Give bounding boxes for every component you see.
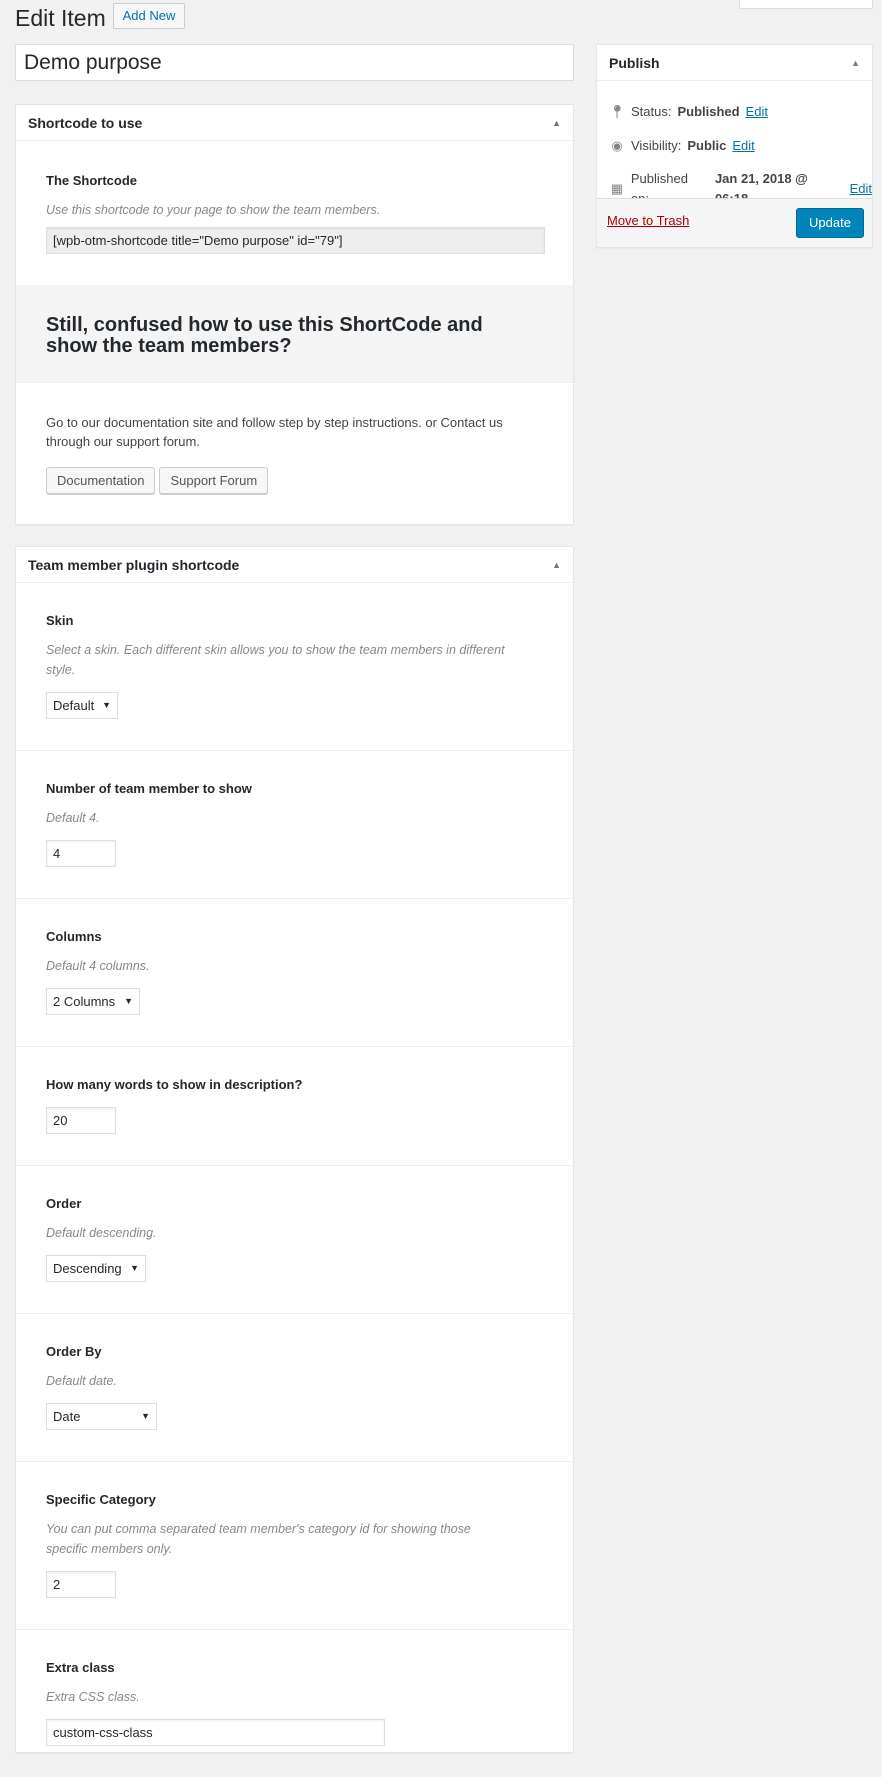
field-input[interactable]: 2 — [46, 1571, 116, 1598]
documentation-button[interactable]: Documentation — [46, 467, 156, 494]
field-description: You can put comma separated team member'… — [46, 1522, 471, 1556]
field-label: Specific Category — [46, 1492, 156, 1507]
dropdown-arrow-icon: ▼ — [102, 700, 111, 710]
support-forum-button[interactable]: Support Forum — [159, 467, 269, 494]
field-description: Select a skin. Each different skin allow… — [46, 643, 505, 677]
field-section: Order Default descending. Descending ▼ — [16, 1166, 573, 1314]
field-section: Number of team member to show Default 4. 4 — [16, 751, 573, 899]
field-section: Order By Default date. Date ▼ — [16, 1314, 573, 1462]
shortcode-label: The Shortcode — [46, 173, 138, 188]
field-select[interactable]: Descending ▼ — [46, 1255, 146, 1282]
field-label: Extra class — [46, 1660, 115, 1675]
visibility-row: ◉ Visibility: Public Edit — [609, 136, 754, 156]
help-text: Go to our documentation site and follow … — [46, 415, 503, 449]
field-description: Default 4 columns. — [46, 959, 150, 973]
metabox-title: Shortcode to use — [28, 115, 143, 131]
metabox-header[interactable]: Shortcode to use ▲ — [16, 105, 573, 141]
collapse-arrow-icon[interactable]: ▲ — [552, 105, 561, 141]
post-title-input[interactable]: Demo purpose — [15, 44, 574, 81]
metabox-title: Publish — [609, 55, 660, 71]
help-heading: Still, confused how to use this ShortCod… — [46, 314, 483, 357]
shortcode-field[interactable]: [wpb-otm-shortcode title="Demo purpose" … — [46, 227, 545, 254]
field-section: Skin Select a skin. Each different skin a… — [16, 583, 573, 751]
select-value: Descending — [53, 1261, 122, 1276]
field-input[interactable]: custom-css-class — [46, 1719, 385, 1746]
shortcode-metabox: Shortcode to use ▲ The Shortcode Use this… — [15, 104, 574, 525]
metabox-title: Team member plugin shortcode — [28, 557, 240, 573]
field-description: Default date. — [46, 1374, 117, 1388]
pin-icon: 📍︎ — [609, 104, 626, 119]
field-section: Columns Default 4 columns. 2 Columns ▼ — [16, 899, 573, 1047]
status-label: Status: — [631, 104, 672, 119]
visibility-label: Visibility: — [631, 138, 682, 153]
edit-date-link[interactable]: Edit — [850, 179, 872, 199]
field-description: Extra CSS class. — [46, 1690, 140, 1704]
field-description: Default descending. — [46, 1226, 157, 1240]
field-label: How many words to show in description? — [46, 1077, 303, 1092]
publish-metabox: Publish ▲ 📍︎ Status: Published Edit ◉ Visibil… — [596, 44, 873, 248]
eye-icon: ◉ — [611, 138, 623, 153]
page-title: Edit Item — [15, 5, 106, 31]
shortcode-description: Use this shortcode to your page to show … — [46, 203, 381, 217]
field-label: Skin — [46, 613, 74, 628]
calendar-icon: ▦ — [610, 181, 624, 196]
screen-options-tab[interactable] — [739, 0, 873, 9]
update-button[interactable]: Update — [796, 208, 864, 238]
add-new-button[interactable]: Add New — [113, 3, 185, 29]
field-select[interactable]: Default ▼ — [46, 692, 118, 719]
field-label: Columns — [46, 929, 102, 944]
field-input[interactable]: 4 — [46, 840, 116, 867]
move-to-trash-link[interactable]: Move to Trash — [607, 213, 689, 228]
settings-metabox: Team member plugin shortcode ▲ Skin Select… — [15, 546, 574, 1753]
field-section: How many words to show in description? 20 — [16, 1047, 573, 1166]
collapse-arrow-icon[interactable]: ▲ — [851, 45, 860, 81]
field-select[interactable]: Date ▼ — [46, 1403, 157, 1430]
dropdown-arrow-icon: ▼ — [124, 996, 133, 1006]
edit-visibility-link[interactable]: Edit — [732, 136, 754, 156]
status-row: 📍︎ Status: Published Edit — [609, 102, 768, 122]
field-label: Number of team member to show — [46, 781, 252, 796]
field-description: Default 4. — [46, 811, 100, 825]
select-value: Default — [53, 698, 95, 713]
metabox-header[interactable]: Team member plugin shortcode ▲ — [16, 547, 573, 583]
field-section: Extra class Extra CSS class. custom-css-cl… — [16, 1630, 573, 1777]
metabox-header[interactable]: Publish ▲ — [597, 45, 872, 81]
dropdown-arrow-icon: ▼ — [141, 1411, 150, 1421]
field-label: Order By — [46, 1344, 102, 1359]
field-section: Specific Category You can put comma separ… — [16, 1462, 573, 1630]
select-value: Date — [53, 1409, 81, 1424]
edit-status-link[interactable]: Edit — [746, 102, 768, 122]
field-input[interactable]: 20 — [46, 1107, 116, 1134]
collapse-arrow-icon[interactable]: ▲ — [552, 547, 561, 583]
status-value: Published — [677, 104, 740, 119]
field-select[interactable]: 2 Columns ▼ — [46, 988, 140, 1015]
field-label: Order — [46, 1196, 82, 1211]
dropdown-arrow-icon: ▼ — [130, 1263, 139, 1273]
visibility-value: Public — [687, 138, 727, 153]
select-value: 2 Columns — [53, 994, 116, 1009]
